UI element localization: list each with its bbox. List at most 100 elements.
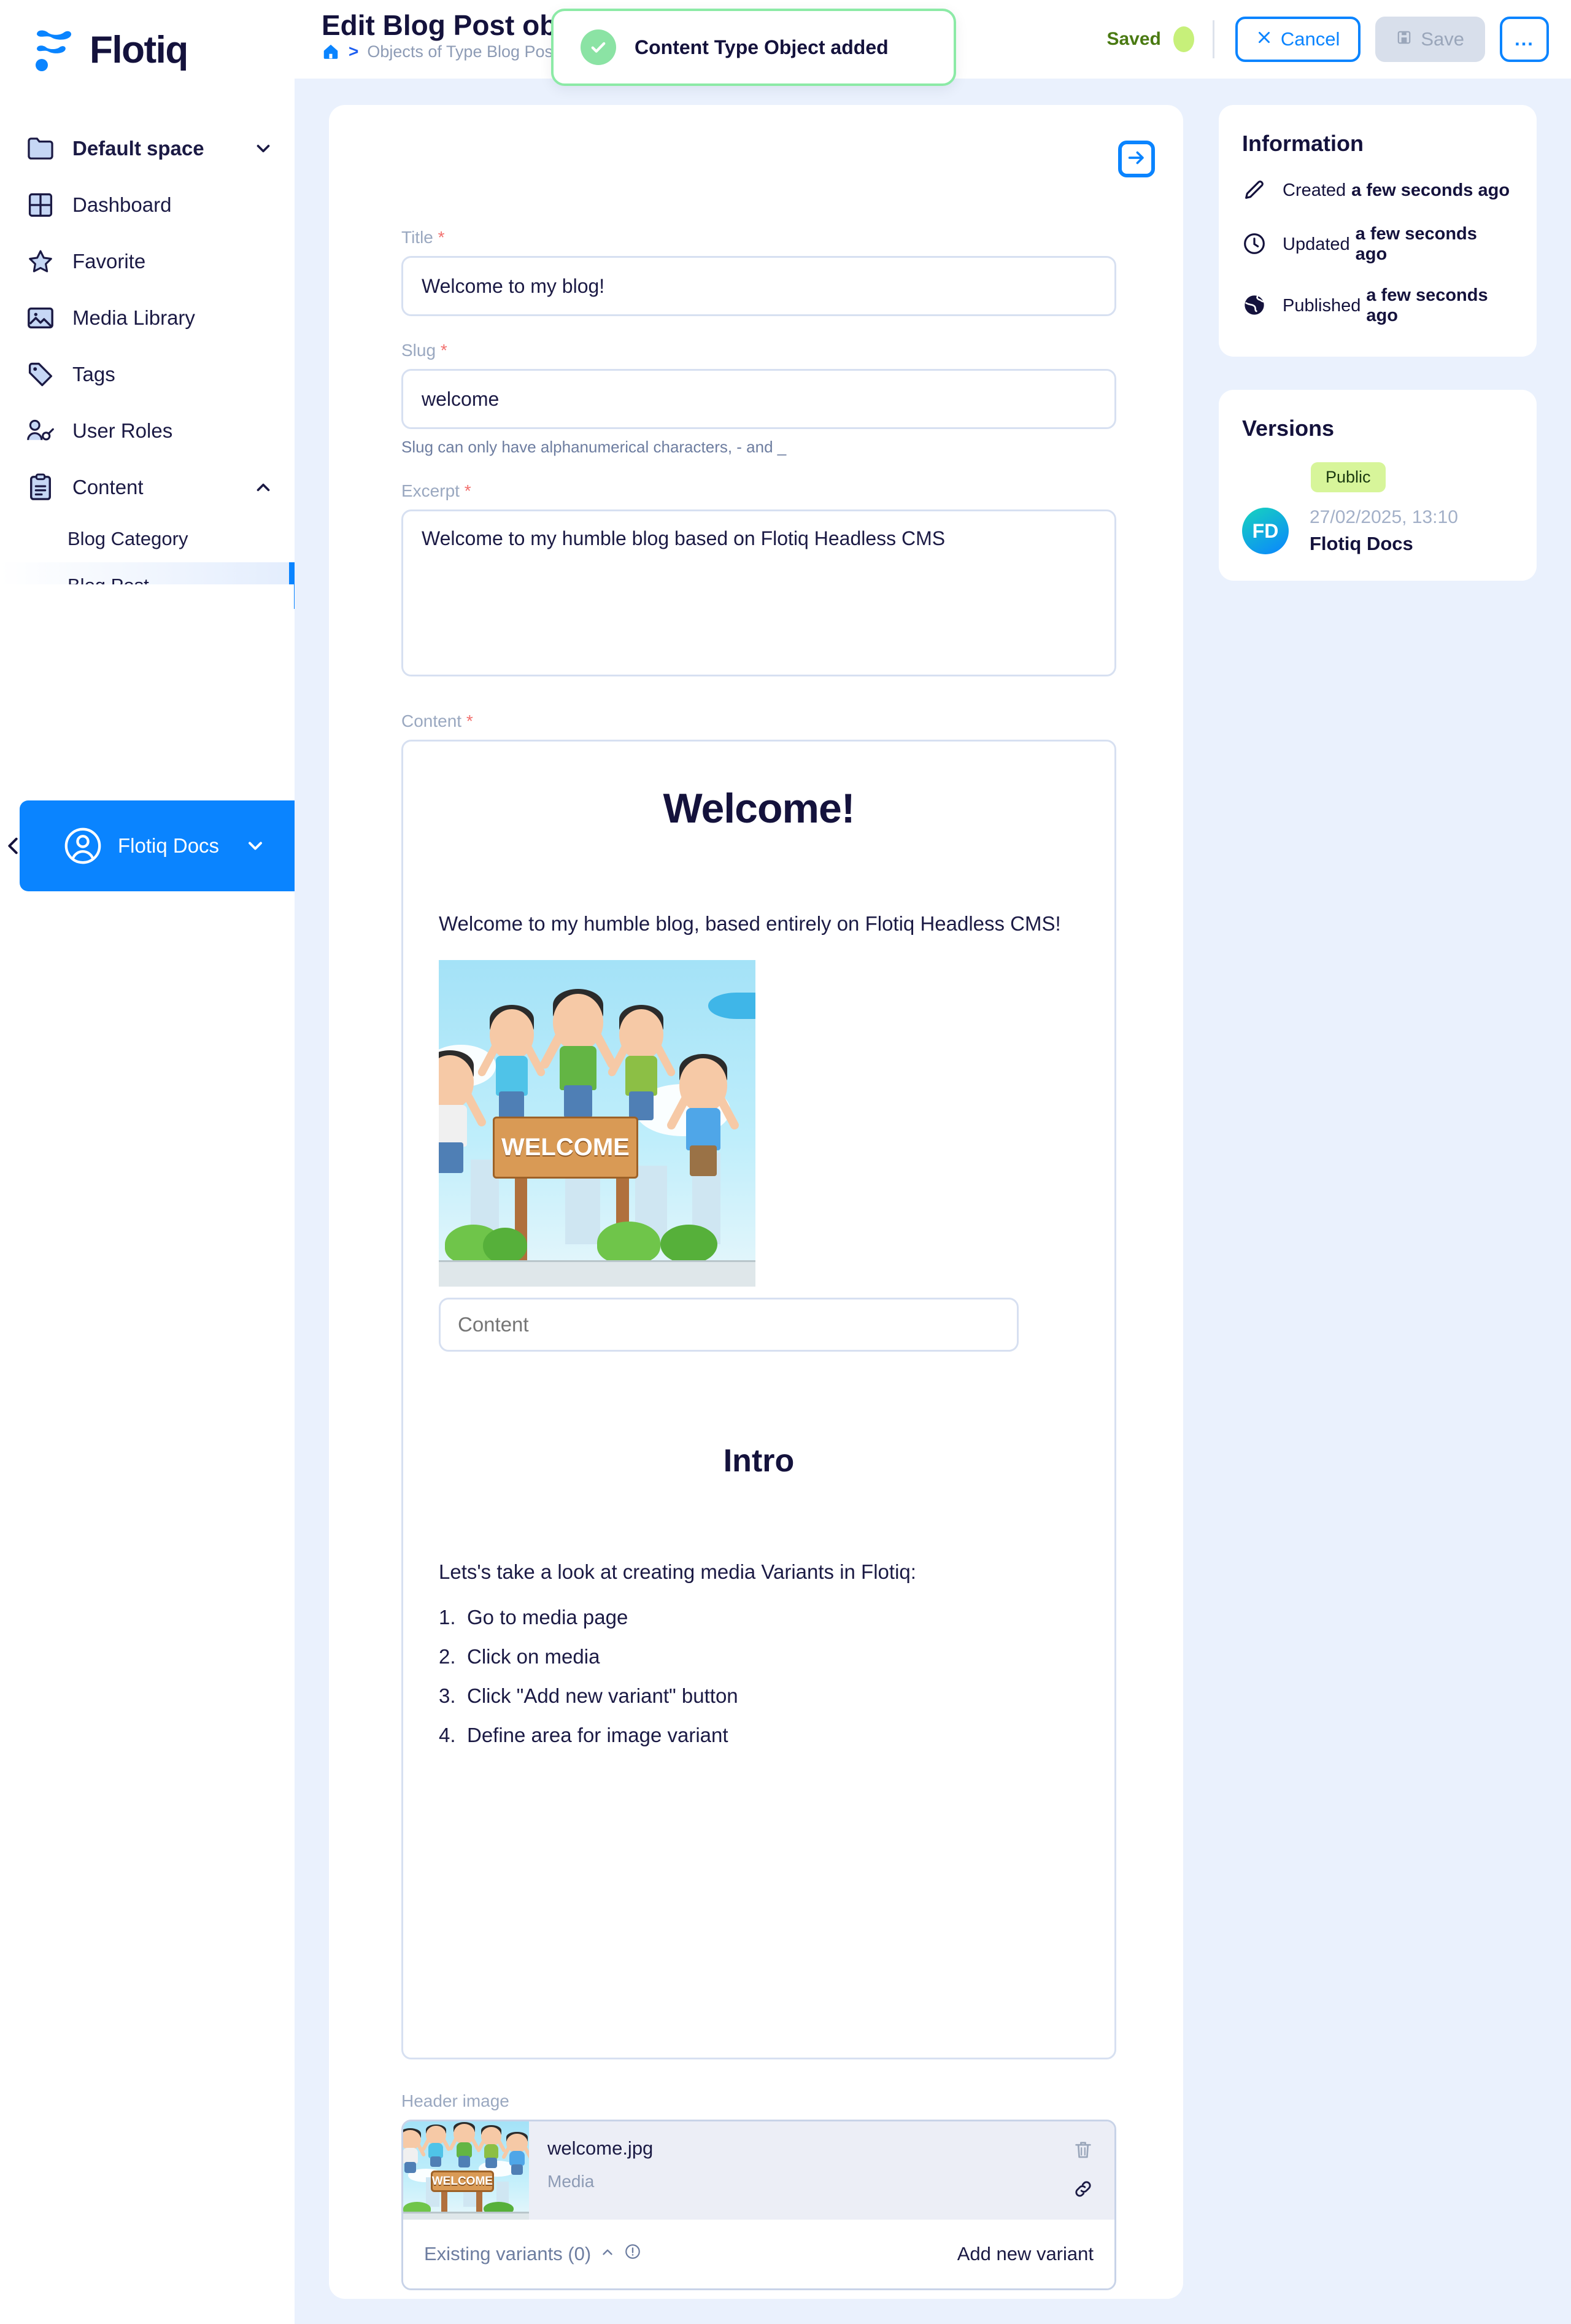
- title-label-text: Title: [401, 228, 433, 247]
- slug-label: Slug *: [401, 341, 1116, 360]
- sidebar-item-dashboard[interactable]: Dashboard: [0, 177, 295, 233]
- sidebar-item-media-library[interactable]: Media Library: [0, 290, 295, 346]
- info-row-published: Published a few seconds ago: [1242, 285, 1513, 326]
- save-status-label: Saved: [1106, 29, 1161, 49]
- sidebar-item-label: Default space: [72, 137, 204, 160]
- list-item: 1. Go to media page: [439, 1606, 1079, 1629]
- link-icon[interactable]: [1073, 2179, 1094, 2202]
- media-info: welcome.jpg Media: [529, 2121, 1114, 2220]
- required-marker: *: [466, 711, 473, 730]
- info-label: Created: [1283, 180, 1346, 200]
- information-panel-title: Information: [1242, 131, 1364, 156]
- info-row-updated: Updated a few seconds ago: [1242, 224, 1513, 265]
- header-image-label: Header image: [401, 2091, 509, 2110]
- list-item-number: 2.: [439, 1645, 456, 1668]
- list-item-number: 1.: [439, 1606, 456, 1629]
- excerpt-label: Excerpt *: [401, 481, 1116, 501]
- add-new-variant-button[interactable]: Add new variant: [957, 2243, 1094, 2265]
- editor-heading-1: Welcome!: [663, 785, 855, 832]
- right-panel: Information Created a few seconds ago Up…: [1219, 105, 1537, 614]
- list-item: 4. Define area for image variant: [439, 1724, 1079, 1747]
- media-thumbnail[interactable]: WELCOME: [403, 2121, 529, 2220]
- version-entry[interactable]: FD 27/02/2025, 13:10 Flotiq Docs: [1242, 507, 1513, 555]
- cancel-button-label: Cancel: [1280, 28, 1340, 50]
- home-icon[interactable]: [322, 42, 340, 61]
- media-attachment-row: WELCOME welcome.jpg Media: [403, 2121, 1114, 2220]
- sidebar-item-label: Content: [72, 476, 144, 498]
- save-button[interactable]: Save: [1375, 17, 1485, 62]
- chevron-up-icon[interactable]: [253, 477, 274, 498]
- sidebar-item-label: Dashboard: [72, 193, 172, 216]
- sidebar-subitem-label: Blog Category: [68, 528, 188, 549]
- sidebar-item-favorite[interactable]: Favorite: [0, 233, 295, 290]
- sidebar-item-label: Media Library: [72, 306, 195, 329]
- sidebar-item-content[interactable]: Content: [0, 459, 295, 516]
- list-item-text: Define area for image variant: [467, 1724, 728, 1746]
- excerpt-field-group: Excerpt * Welcome to my humble blog base…: [401, 481, 1116, 680]
- required-marker: *: [438, 228, 445, 247]
- more-options-button[interactable]: ...: [1500, 17, 1549, 62]
- media-variants-row: Existing variants (0) Add new variant: [403, 2220, 1114, 2288]
- edit-form-card: Title * Slug * Slug can only have alphan…: [329, 105, 1183, 2299]
- sidebar-user-menu[interactable]: Flotiq Docs: [20, 800, 295, 891]
- cancel-button[interactable]: Cancel: [1235, 17, 1361, 62]
- sidebar-nav: Default space Dashboard Favorite Media L…: [0, 120, 295, 609]
- info-value: a few seconds ago: [1355, 224, 1477, 264]
- image-icon: [25, 302, 56, 334]
- brand-name: Flotiq: [90, 28, 188, 71]
- rich-text-editor[interactable]: Welcome! Welcome to my humble blog, base…: [401, 740, 1116, 2059]
- breadcrumb-item-objects[interactable]: Objects of Type Blog Post: [367, 42, 557, 61]
- chevron-down-icon[interactable]: [244, 835, 266, 857]
- list-item: 3. Click "Add new variant" button: [439, 1684, 1079, 1708]
- list-item: 2. Click on media: [439, 1645, 1079, 1668]
- sidebar-item-default-space[interactable]: Default space: [0, 120, 295, 177]
- divider: [1212, 20, 1214, 58]
- existing-variants-label: Existing variants (0): [424, 2243, 592, 2264]
- user-circle-icon: [64, 827, 102, 865]
- info-icon[interactable]: [624, 2243, 641, 2265]
- title-field-group: Title *: [401, 228, 1116, 316]
- sidebar-item-user-roles[interactable]: User Roles: [0, 403, 295, 459]
- clipboard-icon: [25, 471, 56, 503]
- brand-logo[interactable]: Flotiq: [0, 0, 295, 80]
- flotiq-logo-icon: [32, 27, 76, 72]
- check-circle-icon: [581, 29, 616, 65]
- save-status: Saved: [1106, 26, 1194, 52]
- toast-notification: Content Type Object added: [551, 9, 956, 86]
- header-image-field-group: Header image WELCOME welcome.jpg Media E…: [401, 2091, 1116, 2290]
- excerpt-label-text: Excerpt: [401, 481, 460, 500]
- sidebar: Flotiq Default space Dashboard Favorite …: [0, 0, 295, 2324]
- list-item-text: Click on media: [467, 1645, 600, 1668]
- title-input[interactable]: [401, 256, 1116, 316]
- excerpt-textarea[interactable]: Welcome to my humble blog based on Floti…: [401, 509, 1116, 676]
- editor-inline-content-input[interactable]: [439, 1298, 1019, 1352]
- versions-panel-title: Versions: [1242, 416, 1335, 441]
- editor-paragraph: Welcome to my humble blog, based entirel…: [439, 912, 1061, 935]
- media-attachment: WELCOME welcome.jpg Media Existing varia…: [401, 2120, 1116, 2290]
- list-item-text: Go to media page: [467, 1606, 628, 1629]
- folder-icon: [25, 133, 56, 165]
- slug-input[interactable]: [401, 369, 1116, 429]
- required-marker: *: [464, 481, 471, 500]
- editor-list-intro: Lets's take a look at creating media Var…: [439, 1560, 916, 1583]
- content-label-text: Content: [401, 711, 462, 730]
- editor-heading-2: Intro: [723, 1443, 795, 1479]
- chevron-down-icon[interactable]: [253, 138, 274, 159]
- slug-field-group: Slug * Slug can only have alphanumerical…: [401, 341, 1116, 457]
- editor-welcome-image[interactable]: WELCOME: [439, 960, 755, 1287]
- existing-variants-toggle[interactable]: Existing variants (0): [424, 2243, 641, 2265]
- media-action-buttons: [1073, 2121, 1094, 2220]
- breadcrumb-separator: >: [349, 42, 359, 61]
- trash-icon[interactable]: [1073, 2139, 1094, 2163]
- sidebar-subitem-blog-category[interactable]: Blog Category: [0, 516, 295, 562]
- flotiq-cms-app: Flotiq Default space Dashboard Favorite …: [0, 0, 1571, 2324]
- clock-icon: [1242, 231, 1268, 257]
- info-value: a few seconds ago: [1366, 285, 1488, 325]
- star-icon: [25, 246, 56, 277]
- sidebar-item-tags[interactable]: Tags: [0, 346, 295, 403]
- avatar: FD: [1242, 508, 1289, 554]
- pencil-icon: [1242, 177, 1268, 203]
- expand-editor-button[interactable]: [1118, 141, 1155, 177]
- info-row-created: Created a few seconds ago: [1242, 177, 1513, 203]
- slug-label-text: Slug: [401, 341, 436, 360]
